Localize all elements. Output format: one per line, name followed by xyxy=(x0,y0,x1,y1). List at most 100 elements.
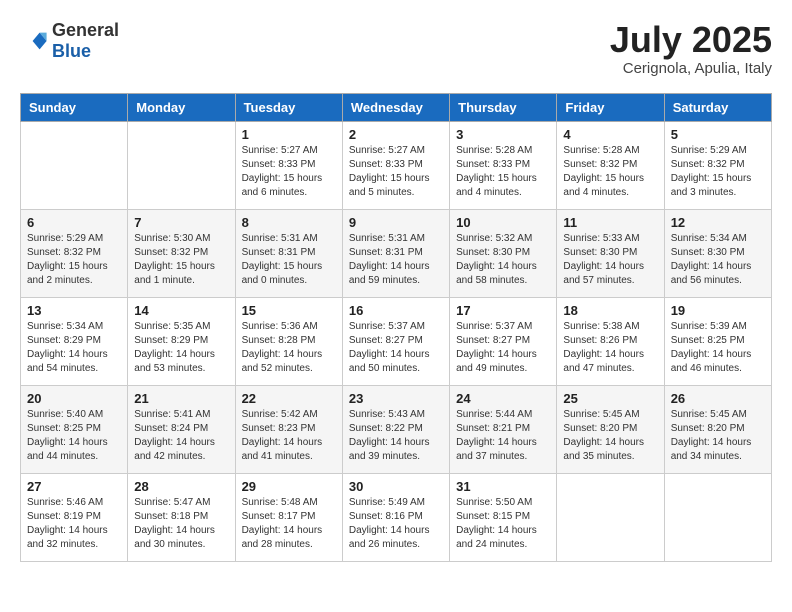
cell-info: Sunrise: 5:34 AM Sunset: 8:29 PM Dayligh… xyxy=(27,320,121,376)
calendar-cell: 8 Sunrise: 5:31 AM Sunset: 8:31 PM Daylig… xyxy=(235,209,342,297)
calendar-cell: 18 Sunrise: 5:38 AM Sunset: 8:26 PM Dayli… xyxy=(557,297,664,385)
day-number: 10 xyxy=(456,215,550,230)
week-row-2: 6Sunrise: 5:29 AM Sunset: 8:32 PM Daylig… xyxy=(21,209,772,297)
calendar-cell: 9 Sunrise: 5:31 AM Sunset: 8:31 PM Daylig… xyxy=(342,209,449,297)
cell-info: Sunrise: 5:32 AM Sunset: 8:30 PM Dayligh… xyxy=(456,232,550,288)
day-number: 29 xyxy=(242,479,336,494)
month-title: July 2025 xyxy=(610,20,772,60)
cell-info: Sunrise: 5:27 AM Sunset: 8:33 PM Dayligh… xyxy=(242,144,336,200)
cell-info: Sunrise: 5:33 AM Sunset: 8:30 PM Dayligh… xyxy=(563,232,657,288)
cell-info: Sunrise: 5:40 AM Sunset: 8:25 PM Dayligh… xyxy=(27,408,121,464)
week-row-5: 27Sunrise: 5:46 AM Sunset: 8:19 PM Dayli… xyxy=(21,473,772,561)
day-number: 28 xyxy=(134,479,228,494)
day-number: 5 xyxy=(671,127,765,142)
cell-info: Sunrise: 5:47 AM Sunset: 8:18 PM Dayligh… xyxy=(134,496,228,552)
weekday-header-saturday: Saturday xyxy=(664,93,771,121)
calendar-cell: 24Sunrise: 5:44 AM Sunset: 8:21 PM Dayli… xyxy=(450,385,557,473)
day-number: 22 xyxy=(242,391,336,406)
cell-info: Sunrise: 5:30 AM Sunset: 8:32 PM Dayligh… xyxy=(134,232,228,288)
calendar-cell: 7 Sunrise: 5:30 AM Sunset: 8:32 PM Daylig… xyxy=(128,209,235,297)
calendar-cell: 29Sunrise: 5:48 AM Sunset: 8:17 PM Dayli… xyxy=(235,473,342,561)
calendar-cell: 26Sunrise: 5:45 AM Sunset: 8:20 PM Dayli… xyxy=(664,385,771,473)
cell-info: Sunrise: 5:27 AM Sunset: 8:33 PM Dayligh… xyxy=(349,144,443,200)
day-number: 30 xyxy=(349,479,443,494)
cell-info: Sunrise: 5:28 AM Sunset: 8:33 PM Dayligh… xyxy=(456,144,550,200)
logo-text-blue: Blue xyxy=(52,41,91,61)
calendar-cell: 17Sunrise: 5:37 AM Sunset: 8:27 PM Dayli… xyxy=(450,297,557,385)
calendar-cell: 2 Sunrise: 5:27 AM Sunset: 8:33 PM Daylig… xyxy=(342,121,449,209)
cell-info: Sunrise: 5:39 AM Sunset: 8:25 PM Dayligh… xyxy=(671,320,765,376)
weekday-header-thursday: Thursday xyxy=(450,93,557,121)
calendar-cell: 22 Sunrise: 5:42 AM Sunset: 8:23 PM Dayli… xyxy=(235,385,342,473)
day-number: 24 xyxy=(456,391,550,406)
calendar-cell: 28 Sunrise: 5:47 AM Sunset: 8:18 PM Dayli… xyxy=(128,473,235,561)
cell-info: Sunrise: 5:37 AM Sunset: 8:27 PM Dayligh… xyxy=(349,320,443,376)
logo: General Blue xyxy=(20,20,119,62)
title-area: July 2025 Cerignola, Apulia, Italy xyxy=(610,20,772,77)
calendar-table: SundayMondayTuesdayWednesdayThursdayFrid… xyxy=(20,93,772,562)
weekday-header-monday: Monday xyxy=(128,93,235,121)
weekday-header-sunday: Sunday xyxy=(21,93,128,121)
logo-icon xyxy=(20,27,48,55)
calendar-cell: 15Sunrise: 5:36 AM Sunset: 8:28 PM Dayli… xyxy=(235,297,342,385)
weekday-header-friday: Friday xyxy=(557,93,664,121)
week-row-4: 20 Sunrise: 5:40 AM Sunset: 8:25 PM Dayli… xyxy=(21,385,772,473)
calendar-cell: 21 Sunrise: 5:41 AM Sunset: 8:24 PM Dayli… xyxy=(128,385,235,473)
cell-info: Sunrise: 5:31 AM Sunset: 8:31 PM Dayligh… xyxy=(242,232,336,288)
weekday-header-wednesday: Wednesday xyxy=(342,93,449,121)
week-row-3: 13 Sunrise: 5:34 AM Sunset: 8:29 PM Dayli… xyxy=(21,297,772,385)
calendar-cell xyxy=(128,121,235,209)
day-number: 14 xyxy=(134,303,228,318)
day-number: 21 xyxy=(134,391,228,406)
calendar-cell: 1 Sunrise: 5:27 AM Sunset: 8:33 PM Daylig… xyxy=(235,121,342,209)
cell-info: Sunrise: 5:28 AM Sunset: 8:32 PM Dayligh… xyxy=(563,144,657,200)
calendar-cell: 31Sunrise: 5:50 AM Sunset: 8:15 PM Dayli… xyxy=(450,473,557,561)
cell-info: Sunrise: 5:29 AM Sunset: 8:32 PM Dayligh… xyxy=(671,144,765,200)
day-number: 4 xyxy=(563,127,657,142)
calendar-cell: 27Sunrise: 5:46 AM Sunset: 8:19 PM Dayli… xyxy=(21,473,128,561)
calendar-cell: 11 Sunrise: 5:33 AM Sunset: 8:30 PM Dayli… xyxy=(557,209,664,297)
day-number: 3 xyxy=(456,127,550,142)
cell-info: Sunrise: 5:45 AM Sunset: 8:20 PM Dayligh… xyxy=(671,408,765,464)
day-number: 1 xyxy=(242,127,336,142)
cell-info: Sunrise: 5:34 AM Sunset: 8:30 PM Dayligh… xyxy=(671,232,765,288)
calendar-cell: 16Sunrise: 5:37 AM Sunset: 8:27 PM Dayli… xyxy=(342,297,449,385)
calendar-cell: 4 Sunrise: 5:28 AM Sunset: 8:32 PM Daylig… xyxy=(557,121,664,209)
day-number: 23 xyxy=(349,391,443,406)
cell-info: Sunrise: 5:43 AM Sunset: 8:22 PM Dayligh… xyxy=(349,408,443,464)
logo-text-general: General xyxy=(52,20,119,40)
calendar-cell: 19 Sunrise: 5:39 AM Sunset: 8:25 PM Dayli… xyxy=(664,297,771,385)
calendar-cell: 10 Sunrise: 5:32 AM Sunset: 8:30 PM Dayli… xyxy=(450,209,557,297)
day-number: 25 xyxy=(563,391,657,406)
week-row-1: 1 Sunrise: 5:27 AM Sunset: 8:33 PM Daylig… xyxy=(21,121,772,209)
calendar-cell: 23 Sunrise: 5:43 AM Sunset: 8:22 PM Dayli… xyxy=(342,385,449,473)
day-number: 7 xyxy=(134,215,228,230)
calendar-cell: 30 Sunrise: 5:49 AM Sunset: 8:16 PM Dayli… xyxy=(342,473,449,561)
calendar-cell: 20 Sunrise: 5:40 AM Sunset: 8:25 PM Dayli… xyxy=(21,385,128,473)
day-number: 20 xyxy=(27,391,121,406)
cell-info: Sunrise: 5:42 AM Sunset: 8:23 PM Dayligh… xyxy=(242,408,336,464)
calendar-cell: 14 Sunrise: 5:35 AM Sunset: 8:29 PM Dayli… xyxy=(128,297,235,385)
cell-info: Sunrise: 5:45 AM Sunset: 8:20 PM Dayligh… xyxy=(563,408,657,464)
calendar-cell: 3 Sunrise: 5:28 AM Sunset: 8:33 PM Daylig… xyxy=(450,121,557,209)
cell-info: Sunrise: 5:31 AM Sunset: 8:31 PM Dayligh… xyxy=(349,232,443,288)
day-number: 2 xyxy=(349,127,443,142)
cell-info: Sunrise: 5:49 AM Sunset: 8:16 PM Dayligh… xyxy=(349,496,443,552)
day-number: 18 xyxy=(563,303,657,318)
day-number: 8 xyxy=(242,215,336,230)
day-number: 27 xyxy=(27,479,121,494)
cell-info: Sunrise: 5:50 AM Sunset: 8:15 PM Dayligh… xyxy=(456,496,550,552)
cell-info: Sunrise: 5:35 AM Sunset: 8:29 PM Dayligh… xyxy=(134,320,228,376)
cell-info: Sunrise: 5:38 AM Sunset: 8:26 PM Dayligh… xyxy=(563,320,657,376)
day-number: 12 xyxy=(671,215,765,230)
day-number: 13 xyxy=(27,303,121,318)
cell-info: Sunrise: 5:41 AM Sunset: 8:24 PM Dayligh… xyxy=(134,408,228,464)
day-number: 11 xyxy=(563,215,657,230)
weekday-header-tuesday: Tuesday xyxy=(235,93,342,121)
day-number: 6 xyxy=(27,215,121,230)
calendar-cell: 6Sunrise: 5:29 AM Sunset: 8:32 PM Daylig… xyxy=(21,209,128,297)
day-number: 19 xyxy=(671,303,765,318)
cell-info: Sunrise: 5:36 AM Sunset: 8:28 PM Dayligh… xyxy=(242,320,336,376)
day-number: 9 xyxy=(349,215,443,230)
calendar-cell: 5 Sunrise: 5:29 AM Sunset: 8:32 PM Daylig… xyxy=(664,121,771,209)
